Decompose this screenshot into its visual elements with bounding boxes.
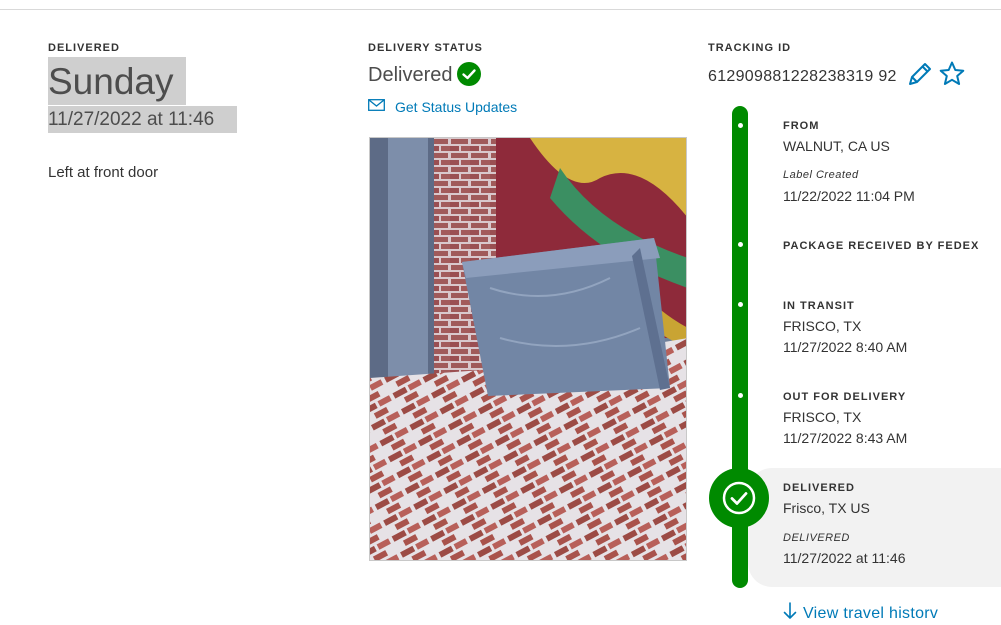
tracking-id-caption: TRACKING ID: [708, 42, 792, 54]
event-time: 11/27/2022 8:40 AM: [783, 339, 908, 355]
timeline-dot: [738, 393, 743, 398]
event-sub-label: DELIVERED: [783, 532, 850, 544]
timeline-dot: [738, 302, 743, 307]
event-title: IN TRANSIT: [783, 300, 855, 312]
event-time: 11/27/2022 at 11:46: [783, 550, 906, 566]
delivery-status-caption: DELIVERY STATUS: [368, 42, 483, 54]
event-location: FRISCO, TX: [783, 318, 862, 334]
star-icon[interactable]: [938, 60, 966, 93]
checkmark-circle-icon: [457, 62, 481, 86]
view-travel-history-link[interactable]: View travel historv: [783, 602, 938, 625]
event-title: FROM: [783, 120, 820, 132]
event-title: OUT FOR DELIVERY: [783, 391, 907, 403]
event-time: 11/22/2022 11:04 PM: [783, 188, 915, 204]
event-location: FRISCO, TX: [783, 409, 862, 425]
get-status-updates-label: Get Status Updates: [395, 99, 518, 115]
event-time: 11/27/2022 8:43 AM: [783, 430, 908, 446]
event-sub-label: Label Created: [783, 169, 859, 181]
delivery-datetime: 11/27/2022 at 11:46: [48, 109, 215, 130]
delivery-note: Left at front door: [48, 164, 159, 181]
event-title: PACKAGE RECEIVED BY FEDEX: [783, 240, 980, 252]
event-title: DELIVERED: [783, 482, 855, 494]
delivery-photo[interactable]: [369, 137, 687, 561]
delivery-status-value: Delivered: [368, 64, 453, 86]
view-travel-history-label: View travel historv: [803, 604, 939, 622]
tracking-number: 612909881228238319 92: [708, 68, 897, 85]
get-status-updates-link[interactable]: Get Status Updates: [368, 98, 517, 116]
top-divider: [0, 9, 1001, 10]
arrow-down-icon: [783, 602, 797, 625]
timeline-dot: [738, 123, 743, 128]
pencil-icon[interactable]: [906, 60, 934, 93]
timeline-dot: [738, 242, 743, 247]
delivered-checkmark-icon: [709, 468, 769, 528]
delivery-day: Sunday: [48, 61, 174, 102]
delivered-caption: DELIVERED: [48, 42, 120, 54]
event-location: WALNUT, CA US: [783, 138, 890, 154]
envelope-icon: [368, 98, 385, 116]
event-location: Frisco, TX US: [783, 500, 870, 516]
